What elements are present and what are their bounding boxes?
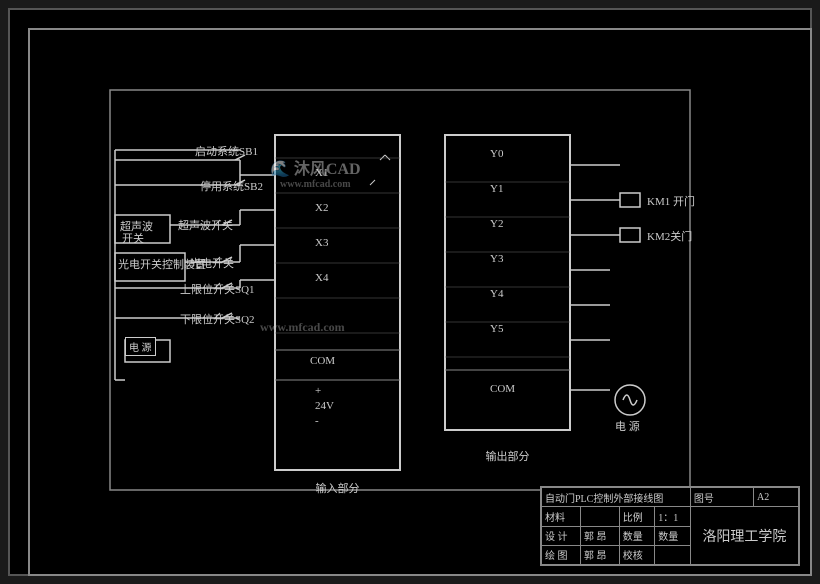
field-ratio-val: 1：1 bbox=[655, 507, 691, 526]
power-label-left: 电 源 bbox=[125, 337, 156, 356]
field-quantity-val: 数量 bbox=[655, 526, 691, 545]
terminal-com-input: COM bbox=[310, 355, 335, 367]
signal-ultrasonic-switch: 超声波开关 bbox=[178, 217, 233, 233]
signal-km2: KM2关门 bbox=[647, 228, 692, 244]
signal-sb2: 停用系统SB2 bbox=[200, 178, 263, 194]
terminal-24v: 24V bbox=[315, 400, 334, 412]
field-design-label: 设 计 bbox=[542, 526, 581, 545]
terminal-y2: Y2 bbox=[490, 218, 503, 230]
field-ratio-label: 比例 bbox=[619, 507, 655, 526]
output-section-label: 输出部分 bbox=[445, 448, 570, 464]
school-name: 洛阳理工学院 bbox=[690, 507, 798, 565]
wiring-diagram bbox=[60, 60, 810, 560]
diagram-container: 🌊 沐风CAD www.mfcad.com www.mfcad.com bbox=[28, 28, 812, 576]
watermark2: www.mfcad.com bbox=[260, 320, 345, 335]
field-check-val bbox=[655, 545, 691, 564]
field-check-label: 校核 bbox=[619, 545, 655, 564]
power-label-right: 电 源 bbox=[615, 418, 640, 434]
signal-sb1: 启动系统SB1 bbox=[195, 143, 258, 159]
input-section-label: 输入部分 bbox=[275, 480, 400, 496]
field-design-val: 郭 昂 bbox=[580, 526, 619, 545]
field-tuhao-label: 图号 bbox=[690, 488, 753, 507]
terminal-plus: + bbox=[315, 385, 321, 397]
terminal-x4: X4 bbox=[315, 272, 328, 284]
signal-sq1: 上限位开关SQ1 bbox=[180, 281, 255, 297]
terminal-y4: Y4 bbox=[490, 288, 503, 300]
signal-sq2: 下限位开关SQ2 bbox=[180, 311, 255, 327]
terminal-x2: X2 bbox=[315, 202, 328, 214]
signal-photo-switch: 光电开关 bbox=[190, 255, 234, 271]
signal-ultrasonic-label2: 开关 bbox=[122, 230, 144, 246]
signal-km1: KM1 开门 bbox=[647, 193, 695, 209]
field-tuhao-val: A2 bbox=[754, 488, 799, 507]
field-draw-val: 郭 昂 bbox=[580, 545, 619, 564]
terminal-minus: - bbox=[315, 415, 319, 427]
terminal-y3: Y3 bbox=[490, 253, 503, 265]
title-block: 自动门PLC控制外部接线图 图号 A2 材料 比例 1：1 洛阳理工学院 设 计… bbox=[540, 486, 800, 566]
terminal-y5: Y5 bbox=[490, 323, 503, 335]
terminal-y1: Y1 bbox=[490, 183, 503, 195]
diagram-area: 🌊 沐风CAD www.mfcad.com www.mfcad.com bbox=[60, 60, 810, 560]
terminal-com-output: COM bbox=[490, 383, 515, 395]
field-material-label: 材料 bbox=[542, 507, 581, 526]
field-quantity-label: 数量 bbox=[619, 526, 655, 545]
field-material-val bbox=[580, 507, 619, 526]
watermark: 🌊 沐风CAD www.mfcad.com bbox=[270, 155, 361, 190]
field-draw-label: 绘 图 bbox=[542, 545, 581, 564]
terminal-y0: Y0 bbox=[490, 148, 503, 160]
diagram-title: 自动门PLC控制外部接线图 bbox=[542, 488, 691, 507]
terminal-x3: X3 bbox=[315, 237, 328, 249]
